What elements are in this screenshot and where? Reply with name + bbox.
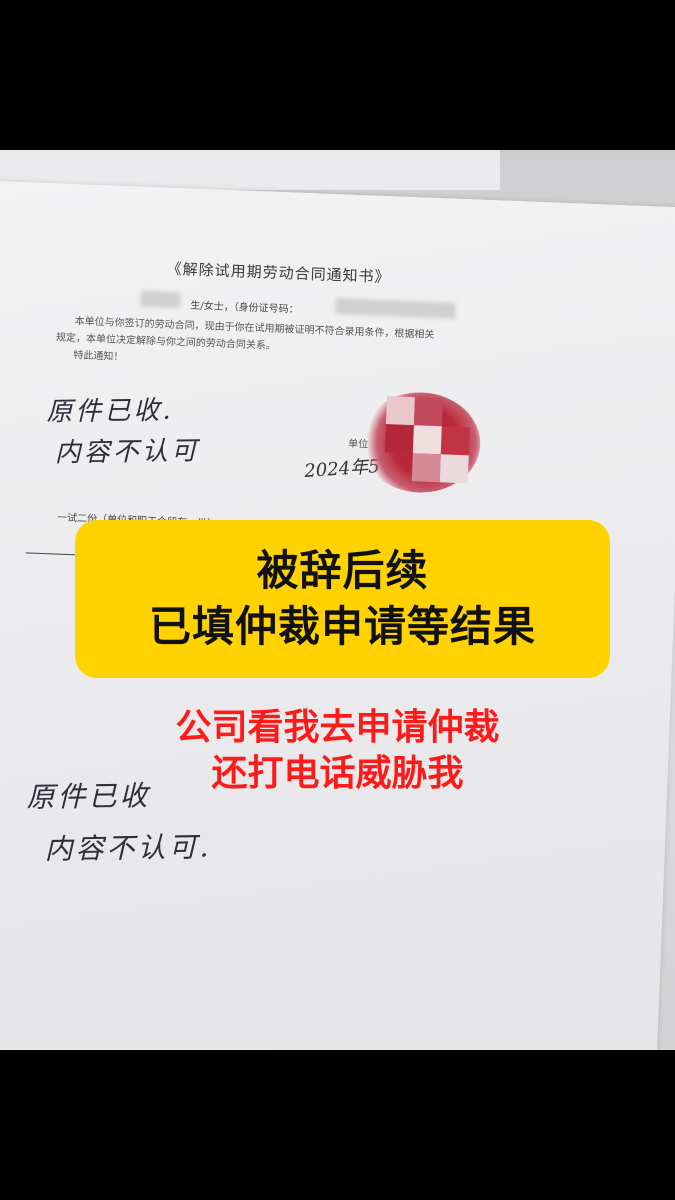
banner-line-1: 被辞后续 (256, 546, 429, 595)
redacted-id-number (335, 298, 456, 319)
document-title: 《解除试用期劳动合同通知书》 (166, 259, 391, 287)
stamp-mosaic (413, 397, 443, 427)
stamp-mosaic (440, 426, 470, 456)
caption-line-2: 还打电话威胁我 (211, 753, 464, 794)
salutation-line: 生/女士，（身份证号码： (190, 300, 299, 316)
redacted-name (140, 290, 181, 309)
headline-banner: 被辞后续 已填仲裁申请等结果 (75, 520, 610, 678)
stamp-mosaic (411, 453, 441, 483)
stamp-mosaic (439, 454, 469, 484)
stamp-mosaic (384, 424, 414, 454)
handwriting-received: 原件已收. (46, 395, 174, 428)
handwriting-not-accepted-lower: 内容不认可. (44, 830, 212, 866)
stamp-mosaic (385, 396, 415, 426)
banner-line-2: 已填仲裁申请等结果 (148, 602, 536, 651)
stamp-mosaic (412, 425, 442, 455)
handwriting-not-accepted: 内容不认可 (54, 436, 201, 469)
caption-line-1: 公司看我去申请仲裁 (175, 707, 500, 748)
body-line-3: 特此通知！ (73, 350, 124, 364)
